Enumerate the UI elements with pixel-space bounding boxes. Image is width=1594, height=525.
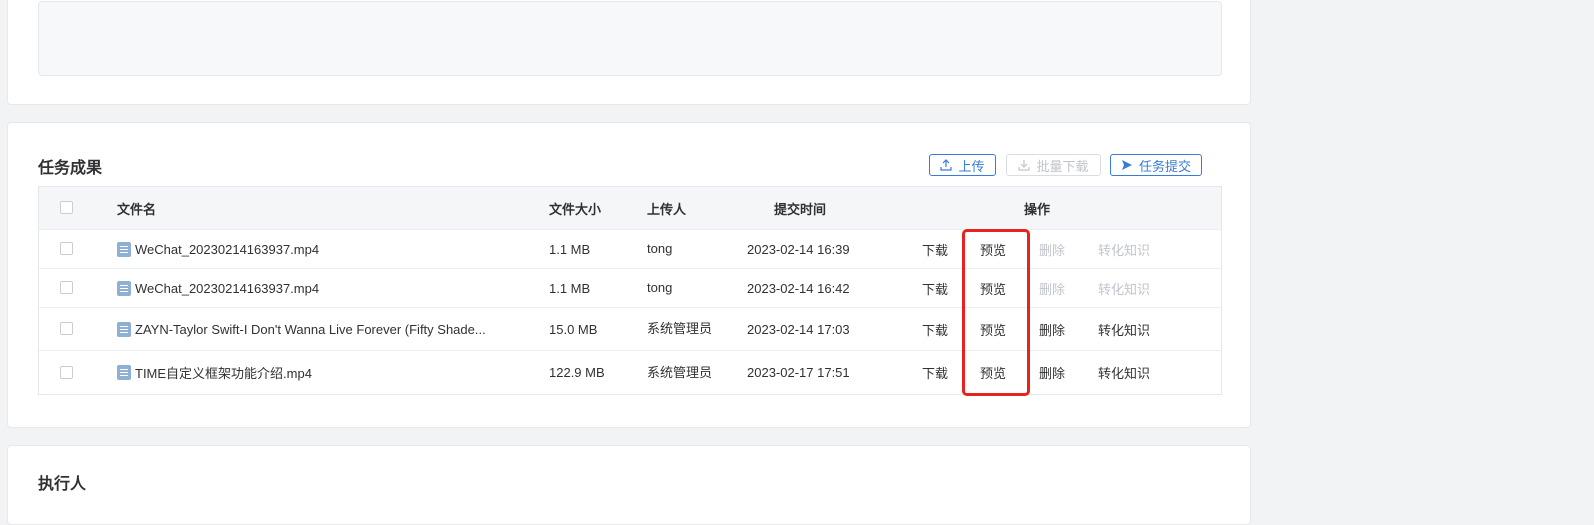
download-link[interactable]: 下载 <box>922 308 948 350</box>
batch-download-button[interactable]: 批量下载 <box>1006 154 1101 176</box>
preview-highlight-box <box>962 229 1030 396</box>
file-name: TIME自定义框架功能介绍.mp4 <box>135 366 312 381</box>
description-card <box>7 0 1251 105</box>
batch-download-label: 批量下载 <box>1036 158 1089 174</box>
file-name-cell: TIME自定义框架功能介绍.mp4 <box>117 351 517 394</box>
col-actions: 操作 <box>1024 201 1051 217</box>
task-submit-label: 任务提交 <box>1138 158 1191 174</box>
table-row: ZAYN-Taylor Swift-I Don't Wanna Live For… <box>39 308 1221 351</box>
task-submit-button[interactable]: 任务提交 <box>1110 154 1202 176</box>
col-uploader: 上传人 <box>647 201 687 217</box>
convert-knowledge-link[interactable]: 转化知识 <box>1098 308 1150 350</box>
delete-link[interactable]: 删除 <box>1039 269 1065 307</box>
file-name-cell: WeChat_20230214163937.mp4 <box>117 230 517 268</box>
file-icon <box>117 321 131 337</box>
submit-time: 2023-02-14 16:39 <box>747 241 850 257</box>
delete-link[interactable]: 删除 <box>1039 351 1065 394</box>
table-row: WeChat_20230214163937.mp4 1.1 MB tong 20… <box>39 269 1221 308</box>
file-name-cell: ZAYN-Taylor Swift-I Don't Wanna Live For… <box>117 308 517 350</box>
delete-link[interactable]: 删除 <box>1039 308 1065 350</box>
file-size: 1.1 MB <box>549 280 591 296</box>
download-icon <box>1018 160 1031 171</box>
file-icon <box>117 241 131 257</box>
file-name: WeChat_20230214163937.mp4 <box>135 280 320 296</box>
convert-knowledge-link[interactable]: 转化知识 <box>1098 269 1150 307</box>
convert-knowledge-link[interactable]: 转化知识 <box>1098 351 1150 394</box>
col-size: 文件大小 <box>549 201 602 217</box>
description-textarea[interactable] <box>38 1 1222 76</box>
row-checkbox[interactable] <box>60 365 73 379</box>
file-size: 1.1 MB <box>549 241 591 257</box>
table-header: 文件名 文件大小 上传人 提交时间 操作 <box>39 187 1221 230</box>
table-row: TIME自定义框架功能介绍.mp4 122.9 MB 系统管理员 2023-02… <box>39 351 1221 394</box>
file-size: 15.0 MB <box>549 321 598 337</box>
download-link[interactable]: 下载 <box>922 230 948 268</box>
download-link[interactable]: 下载 <box>922 351 948 394</box>
uploader: tong <box>647 280 673 295</box>
task-results-table: 文件名 文件大小 上传人 提交时间 操作 WeChat_202302141639… <box>38 186 1222 395</box>
uploader: tong <box>647 241 673 256</box>
row-checkbox[interactable] <box>60 281 73 294</box>
row-checkbox[interactable] <box>60 242 73 255</box>
submit-time: 2023-02-14 17:03 <box>747 321 850 337</box>
task-results-card: 任务成果 上传 批量下载 任务提交 文件名 文件大小 上传人 提交时间 操作 W… <box>7 122 1251 428</box>
executor-title: 执行人 <box>38 476 87 493</box>
uploader: 系统管理员 <box>647 364 713 380</box>
upload-button[interactable]: 上传 <box>929 154 996 176</box>
download-link[interactable]: 下载 <box>922 269 948 307</box>
table-row: WeChat_20230214163937.mp4 1.1 MB tong 20… <box>39 230 1221 269</box>
file-name-cell: WeChat_20230214163937.mp4 <box>117 269 517 307</box>
file-name: ZAYN-Taylor Swift-I Don't Wanna Live For… <box>135 321 486 337</box>
row-checkbox[interactable] <box>60 322 73 335</box>
col-filename: 文件名 <box>117 201 157 217</box>
col-time: 提交时间 <box>774 201 827 217</box>
upload-icon <box>940 159 953 171</box>
delete-link[interactable]: 删除 <box>1039 230 1065 268</box>
submit-time: 2023-02-14 16:42 <box>747 280 850 296</box>
submit-time: 2023-02-17 17:51 <box>747 365 850 380</box>
executor-card: 执行人 <box>7 445 1251 525</box>
file-name: WeChat_20230214163937.mp4 <box>135 241 320 257</box>
upload-label: 上传 <box>958 158 985 174</box>
file-icon <box>117 365 131 380</box>
convert-knowledge-link[interactable]: 转化知识 <box>1098 230 1150 268</box>
uploader: 系统管理员 <box>647 321 713 336</box>
select-all-checkbox[interactable] <box>60 201 73 214</box>
file-size: 122.9 MB <box>549 365 605 380</box>
task-results-title: 任务成果 <box>38 160 103 177</box>
file-icon <box>117 280 131 296</box>
send-icon <box>1121 160 1132 170</box>
